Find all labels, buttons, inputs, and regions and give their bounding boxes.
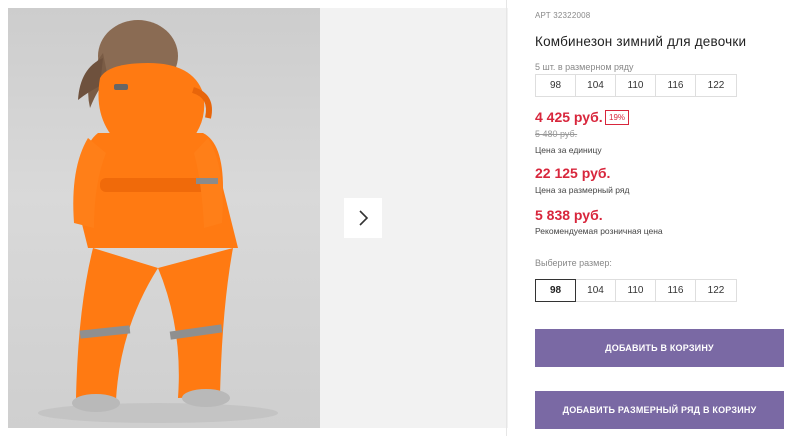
retail-price: 5 838 руб. xyxy=(535,207,603,223)
set-size-104: 104 xyxy=(575,74,616,97)
set-sizes-row: 98 104 110 116 122 xyxy=(535,74,737,97)
set-note: 5 шт. в размерном ряду xyxy=(535,62,634,72)
add-set-to-cart-button[interactable]: ДОБАВИТЬ РАЗМЕРНЫЙ РЯД В КОРЗИНУ xyxy=(535,391,784,429)
add-to-cart-button[interactable]: ДОБАВИТЬ В КОРЗИНУ xyxy=(535,329,784,367)
set-price: 22 125 руб. xyxy=(535,165,611,181)
unit-price: 4 425 руб. xyxy=(535,109,603,125)
set-size-98: 98 xyxy=(535,74,576,97)
unit-price-label: Цена за единицу xyxy=(535,145,602,155)
old-price: 5 480 руб. xyxy=(535,129,578,139)
divider xyxy=(506,0,507,436)
product-sku: АРТ 32322008 xyxy=(535,11,591,20)
size-option-98[interactable]: 98 xyxy=(535,279,576,302)
product-title: Комбинезон зимний для девочки xyxy=(535,34,747,49)
choose-size-label: Выберите размер: xyxy=(535,258,612,268)
next-image-button[interactable] xyxy=(344,198,382,238)
chevron-right-icon xyxy=(359,210,369,226)
size-selector: 98 104 110 116 122 xyxy=(535,279,737,302)
retail-price-label: Рекомендуемая розничная цена xyxy=(535,226,663,236)
discount-badge: 19% xyxy=(605,110,630,125)
product-photo xyxy=(8,8,320,428)
set-size-110: 110 xyxy=(615,74,656,97)
size-option-116[interactable]: 116 xyxy=(655,279,696,302)
set-size-116: 116 xyxy=(655,74,696,97)
child-in-jumpsuit-image xyxy=(38,20,278,423)
size-option-104[interactable]: 104 xyxy=(575,279,616,302)
set-size-122: 122 xyxy=(695,74,737,97)
product-gallery xyxy=(0,0,510,436)
size-option-110[interactable]: 110 xyxy=(615,279,656,302)
product-info-panel: АРТ 32322008 Комбинезон зимний для девоч… xyxy=(535,0,795,436)
size-option-122[interactable]: 122 xyxy=(695,279,737,302)
set-price-label: Цена за размерный ряд xyxy=(535,185,630,195)
